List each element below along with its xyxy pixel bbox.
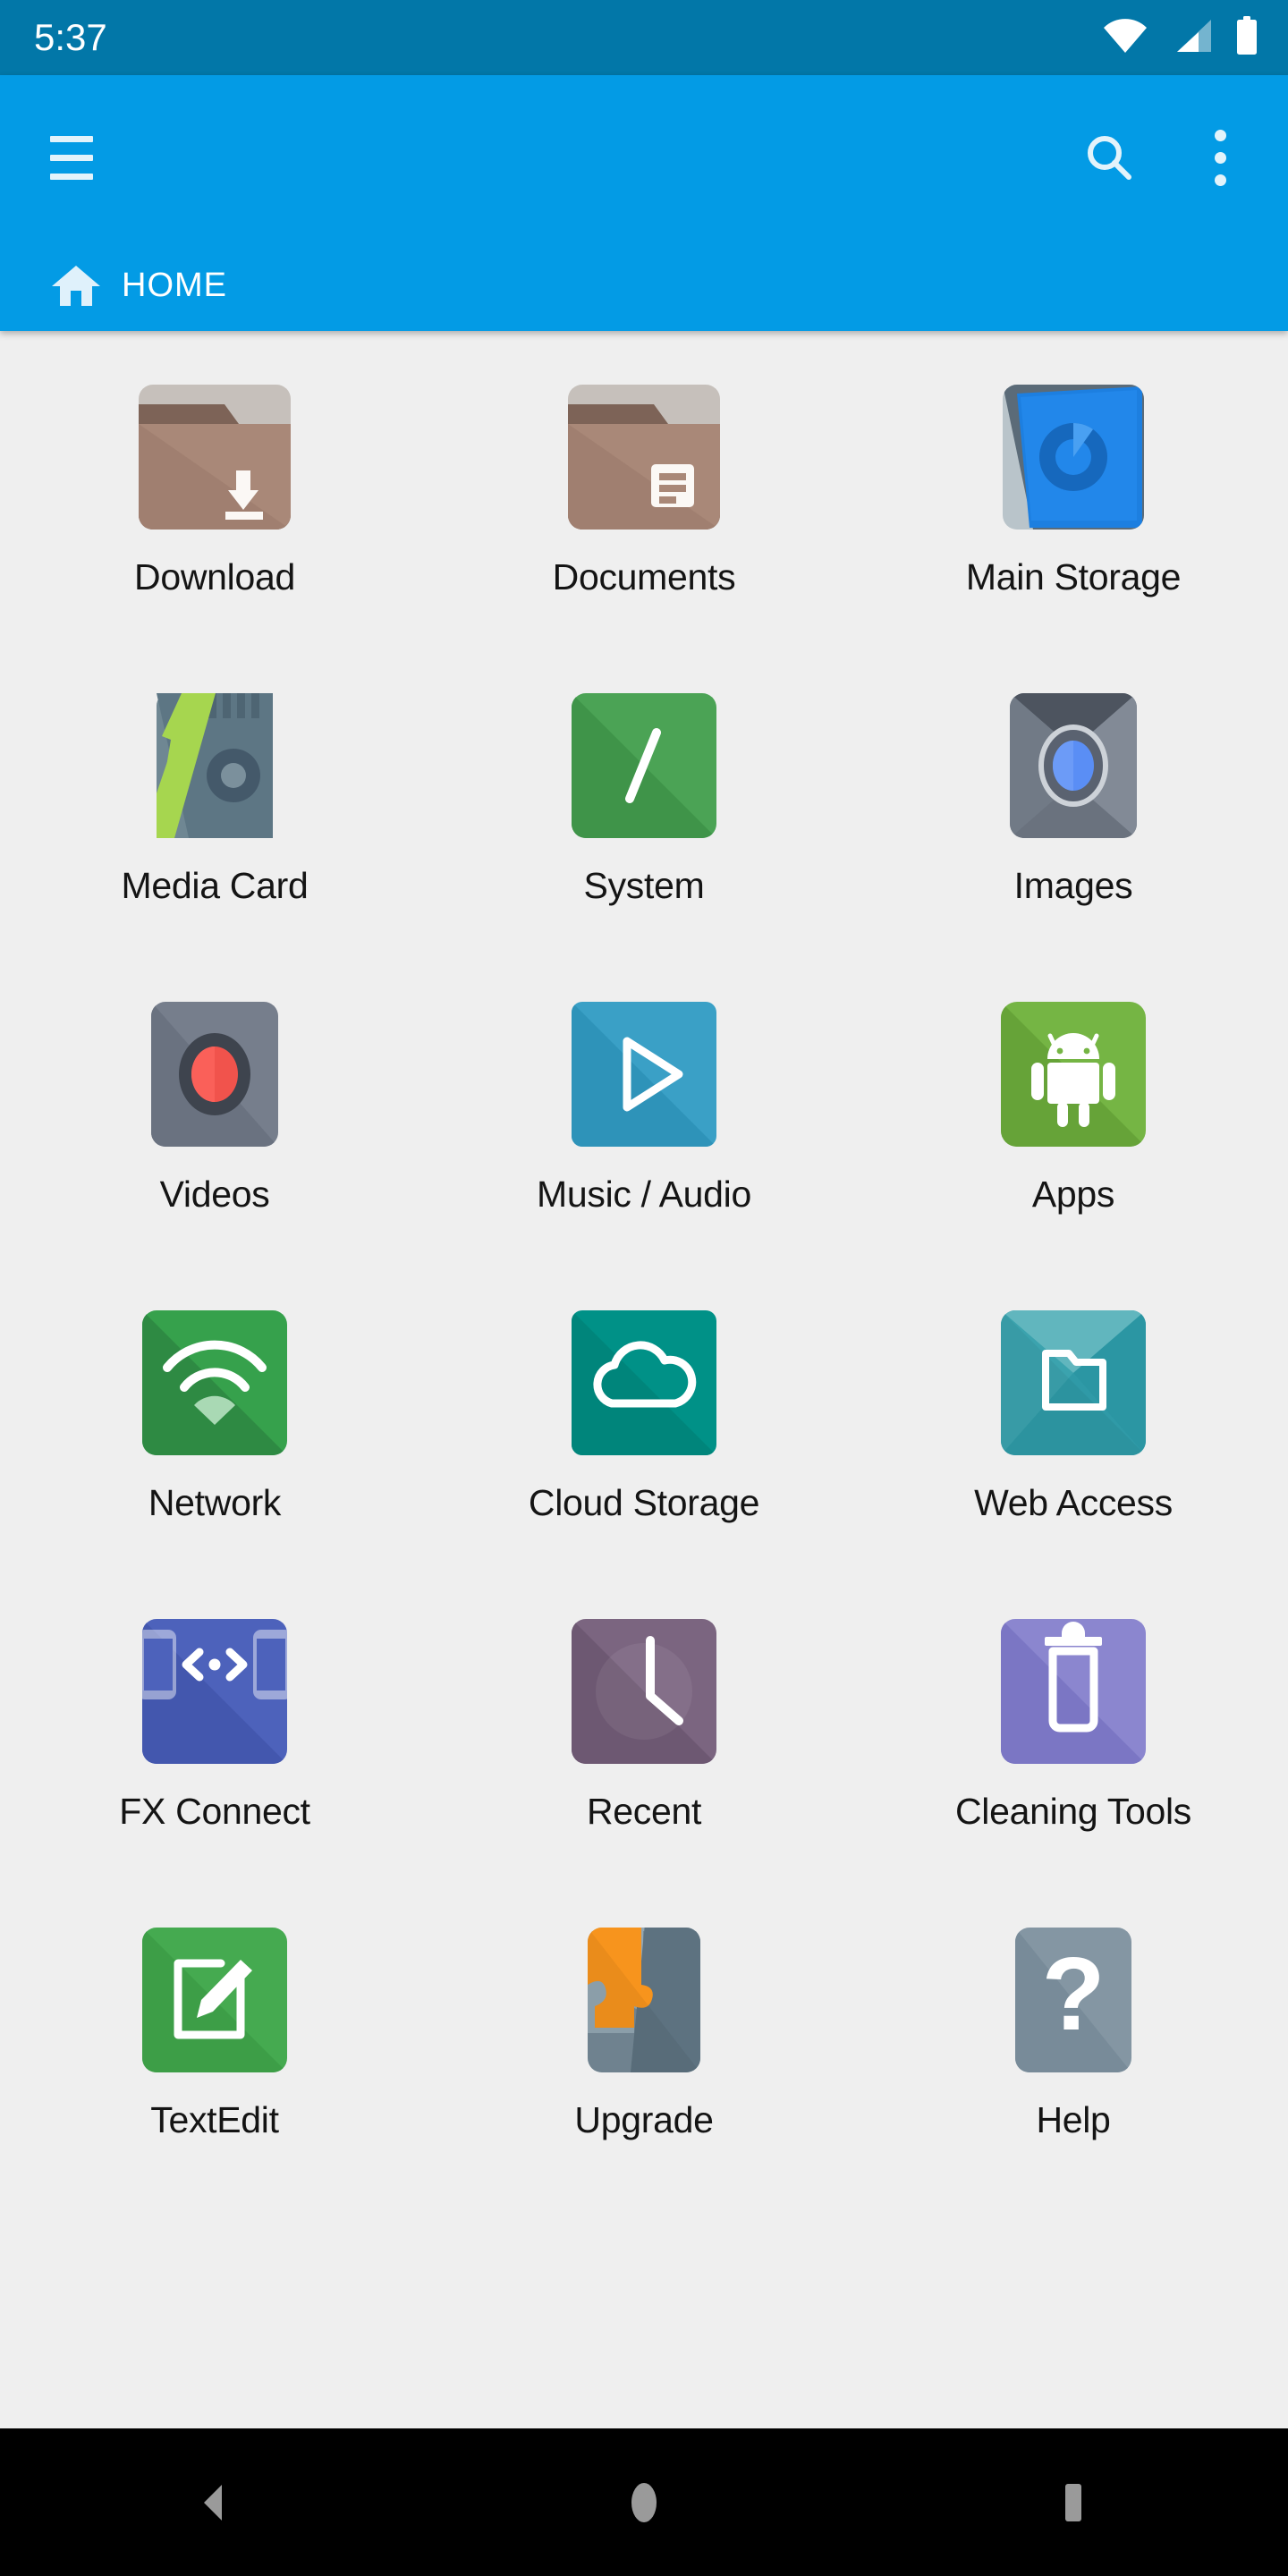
grid-item-network[interactable]: Network [0, 1276, 429, 1585]
grid-item-media-card[interactable]: Media Card [0, 659, 429, 968]
hamburger-bar [50, 135, 93, 142]
status-bar-clock: 5:37 [34, 16, 107, 58]
camera-lens-icon [994, 686, 1153, 845]
grid-item-label: Media Card [121, 865, 309, 906]
grid-item-videos[interactable]: Videos [0, 968, 429, 1276]
cloud-icon [564, 1303, 724, 1462]
folder-download-icon [135, 377, 294, 537]
file-shortcut-grid: Download Documents Main Storage Media Ca… [0, 331, 1288, 2428]
grid-item-label: Network [148, 1482, 282, 1523]
grid-item-label: Web Access [974, 1482, 1173, 1523]
home-button[interactable] [429, 2428, 859, 2576]
overflow-dot [1214, 151, 1226, 164]
video-record-icon [135, 995, 294, 1154]
app-bar: HOME [0, 75, 1288, 331]
grid-item-web-access[interactable]: Web Access [859, 1276, 1288, 1585]
question-mark-icon: ? [994, 1920, 1153, 2080]
hamburger-menu-icon[interactable] [30, 116, 113, 199]
overflow-dot [1214, 129, 1226, 141]
wifi-icon [1102, 18, 1148, 58]
grid-item-label: Download [134, 556, 295, 597]
trash-icon [994, 1612, 1153, 1771]
grid-item-cleaning-tools[interactable]: Cleaning Tools [859, 1585, 1288, 1894]
status-bar: 5:37 [0, 0, 1288, 75]
hamburger-bar [50, 154, 93, 161]
grid-item-label: System [583, 865, 705, 906]
breadcrumb[interactable]: HOME [0, 240, 1288, 331]
grid-item-label: Apps [1031, 1174, 1115, 1215]
grid-item-download[interactable]: Download [0, 351, 429, 659]
grid-item-label: Videos [159, 1174, 270, 1215]
grid-item-images[interactable]: Images [859, 659, 1288, 968]
home-circle-icon [631, 2482, 657, 2522]
grid-item-label: Recent [586, 1791, 702, 1832]
grid-item-label: Upgrade [574, 2099, 714, 2140]
root-slash-icon [564, 686, 724, 845]
grid-item-recent[interactable]: Recent [429, 1585, 859, 1894]
grid-item-label: Help [1036, 2099, 1111, 2140]
phone-screen: 5:37 HOME Download Documents Main Storag… [0, 0, 1288, 2576]
svg-text:?: ? [1042, 1936, 1106, 2052]
search-icon[interactable] [1068, 116, 1150, 199]
overflow-menu-icon[interactable] [1179, 116, 1261, 199]
grid-item-label: FX Connect [119, 1791, 310, 1832]
play-triangle-icon [564, 995, 724, 1154]
grid-item-fx-connect[interactable]: FX Connect [0, 1585, 429, 1894]
recents-button[interactable] [859, 2428, 1288, 2576]
grid-item-system[interactable]: System [429, 659, 859, 968]
grid-item-apps[interactable]: Apps [859, 968, 1288, 1276]
grid-item-cloud-storage[interactable]: Cloud Storage [429, 1276, 859, 1585]
back-button[interactable] [0, 2428, 429, 2576]
pencil-edit-icon [135, 1920, 294, 2080]
grid-item-textedit[interactable]: TextEdit [0, 1894, 429, 2202]
grid-item-label: Music / Audio [537, 1174, 751, 1215]
puzzle-piece-icon [564, 1920, 724, 2080]
grid-item-documents[interactable]: Documents [429, 351, 859, 659]
overflow-dots [1214, 129, 1226, 186]
recents-square-icon [1065, 2483, 1081, 2521]
grid-item-label: Documents [552, 556, 736, 597]
grid-item-label: TextEdit [150, 2099, 279, 2140]
clock-icon [564, 1612, 724, 1771]
app-bar-actions [1068, 116, 1261, 199]
web-folder-icon [994, 1303, 1153, 1462]
overflow-dot [1214, 174, 1226, 186]
grid-item-label: Cleaning Tools [954, 1791, 1191, 1832]
grid-item-label: Cloud Storage [528, 1482, 760, 1523]
grid-item-label: Main Storage [965, 556, 1182, 597]
system-navigation-bar [0, 2428, 1288, 2576]
grid-item-label: Images [1013, 865, 1133, 906]
folder-documents-icon [564, 377, 724, 537]
wifi-network-icon [135, 1303, 294, 1462]
grid-item-help[interactable]: ? Help [859, 1894, 1288, 2202]
android-robot-icon [994, 995, 1153, 1154]
grid-item-upgrade[interactable]: Upgrade [429, 1894, 859, 2202]
sd-card-icon [135, 686, 294, 845]
grid-item-music-audio[interactable]: Music / Audio [429, 968, 859, 1276]
hamburger-bar [50, 173, 93, 180]
app-bar-row [0, 75, 1288, 240]
battery-icon [1236, 15, 1258, 60]
breadcrumb-label: HOME [122, 266, 227, 304]
cellular-signal-icon [1172, 18, 1213, 58]
status-bar-icons [1102, 0, 1258, 75]
home-icon [50, 263, 102, 308]
device-connect-icon [135, 1612, 294, 1771]
internal-storage-icon [994, 377, 1153, 537]
back-triangle-icon [204, 2484, 222, 2521]
grid-item-main-storage[interactable]: Main Storage [859, 351, 1288, 659]
